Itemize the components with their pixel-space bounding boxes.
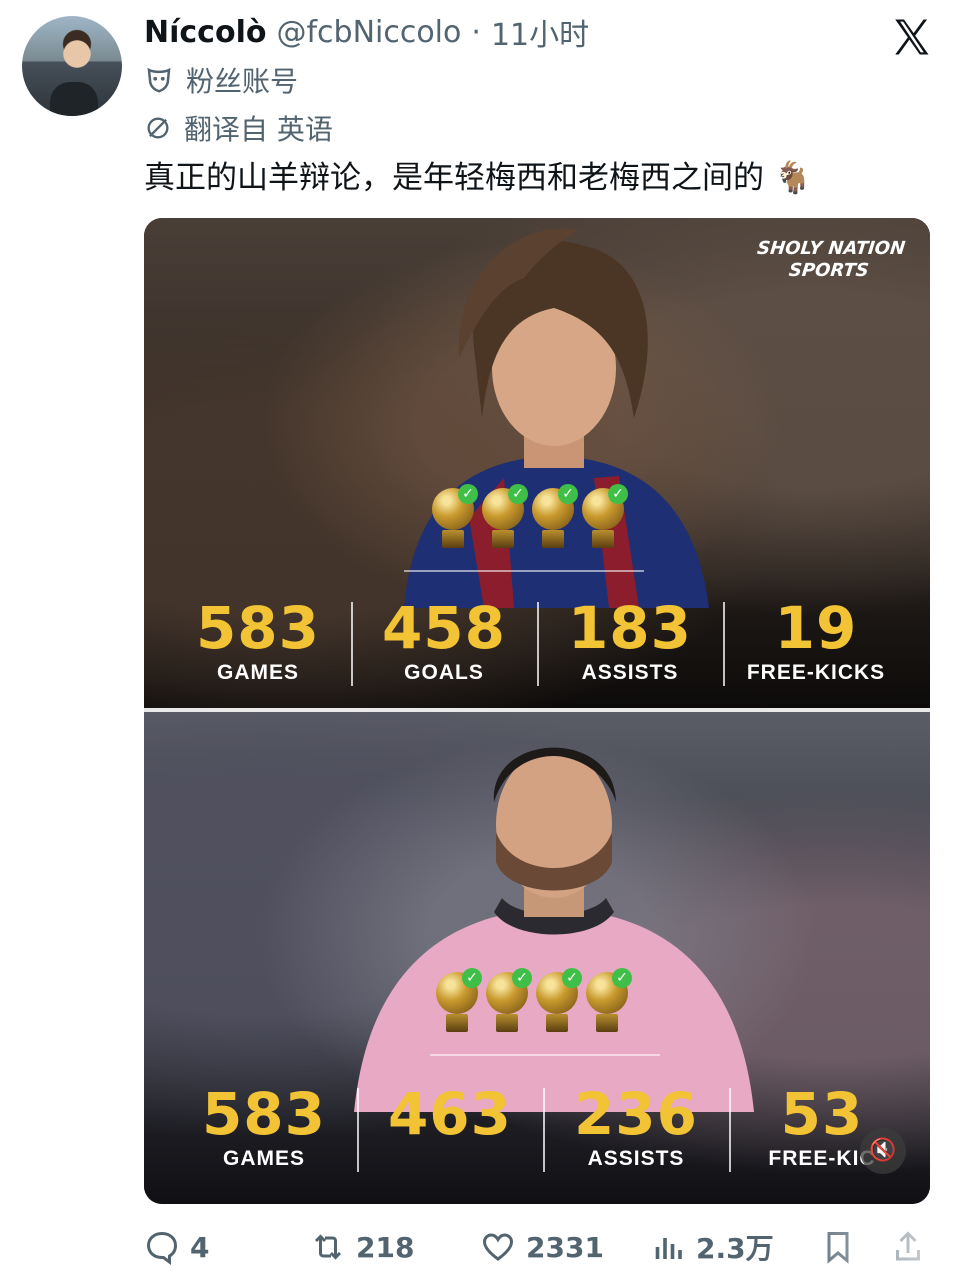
old-messi-panel: ✓ ✓ ✓ ✓ 583 GAMES 463 236 ASSISTS 53 FRE… (144, 712, 930, 1204)
views-chart-icon (655, 1238, 682, 1259)
ballon-dor-trophy-icon: ✓ (534, 968, 582, 1036)
old-messi-stats: 583 GAMES 463 236 ASSISTS 53 FREE-KIC (144, 1082, 930, 1172)
ballon-dor-row-bottom: ✓ ✓ ✓ ✓ (434, 968, 632, 1036)
reply-count: 4 (190, 1230, 210, 1264)
ballon-dor-trophy-icon: ✓ (430, 484, 478, 552)
avatar[interactable] (22, 16, 122, 116)
young-messi-panel: SHOLY NATION SPORTS ✓ ✓ ✓ ✓ 583 GAMES 45… (144, 218, 930, 708)
ballon-dor-trophy-icon: ✓ (580, 484, 628, 552)
fan-account-row: 粉丝账号 (144, 60, 298, 100)
tweet-text: 真正的山羊辩论，是年轻梅西和老梅西之间的 🐐 (144, 160, 813, 196)
ballon-dor-trophy-icon: ✓ (484, 968, 532, 1036)
young-messi-stats: 583 GAMES 458 GOALS 183 ASSISTS 19 FREE-… (144, 596, 930, 686)
author-handle[interactable]: @fcbNiccolo (276, 15, 461, 50)
ballon-dor-row-top: ✓ ✓ ✓ ✓ (430, 484, 628, 552)
mask-icon (147, 67, 171, 93)
heart-icon (482, 1233, 514, 1261)
retweet-icon (314, 1234, 342, 1260)
translation-row: 翻译自 英语 (144, 108, 333, 148)
translated-from-label[interactable]: 翻译自 英语 (184, 108, 333, 148)
author-row: Níccolò @fcbNiccolo · 11小时 (144, 10, 589, 54)
old-messi-image (354, 747, 754, 1112)
ballon-dor-trophy-icon: ✓ (480, 484, 528, 552)
stat-goals: 463 (357, 1082, 543, 1172)
stat-assists: 183 ASSISTS (537, 596, 723, 686)
stat-games: 583 GAMES (195, 594, 321, 684)
retweet-count: 218 (356, 1230, 415, 1264)
like-count: 2331 (526, 1230, 604, 1264)
stat-goals: 458 GOALS (351, 596, 537, 686)
ballon-dor-trophy-icon: ✓ (434, 968, 482, 1036)
like-button[interactable]: 2331 (480, 1229, 650, 1265)
fan-account-label: 粉丝账号 (186, 65, 299, 98)
stat-assists: 236 ASSISTS (543, 1082, 729, 1172)
reply-icon (146, 1231, 178, 1265)
reply-button[interactable]: 4 (144, 1229, 310, 1265)
post-time[interactable]: 11小时 (491, 10, 589, 54)
watermark-fade (790, 1210, 960, 1280)
mute-icon[interactable]: 🔇 (860, 1128, 906, 1174)
ballon-dor-trophy-icon: ✓ (584, 968, 632, 1036)
retweet-button[interactable]: 218 (310, 1229, 480, 1265)
brand-logo: SHOLY NATION SPORTS (756, 238, 907, 281)
ballon-dor-trophy-icon: ✓ (530, 484, 578, 552)
author-name[interactable]: Níccolò (144, 15, 266, 50)
translate-icon (147, 117, 169, 139)
tweet-media[interactable]: SHOLY NATION SPORTS ✓ ✓ ✓ ✓ 583 GAMES 45… (144, 218, 930, 1204)
separator-dot: · (471, 14, 481, 50)
stat-games: 583 GAMES (201, 1080, 327, 1170)
stat-free-kicks: 19 FREE-KICKS (723, 596, 909, 686)
views-count: 2.3万 (696, 1232, 774, 1265)
x-logo-icon[interactable] (890, 16, 932, 58)
